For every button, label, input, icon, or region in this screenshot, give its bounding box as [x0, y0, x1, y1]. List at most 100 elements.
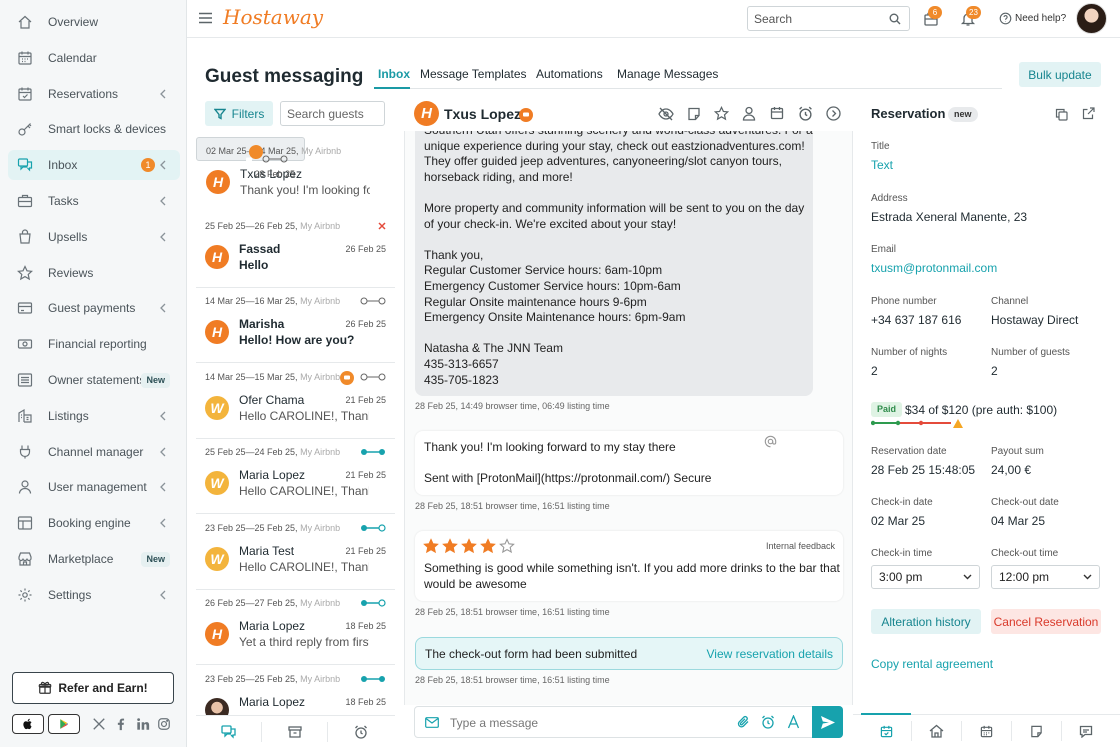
feedback-label: Internal feedback [765, 541, 835, 551]
calendar-tab-icon[interactable] [980, 725, 993, 738]
status-active-icon [361, 523, 386, 532]
conversation-item[interactable]: 26 Feb 25—27 Feb 25, My Airbnb H Maria Lop… [196, 590, 395, 665]
guest-avatar-photo [205, 697, 229, 715]
tab-inbox[interactable]: Inbox [378, 67, 410, 81]
sidebar-item-smart-locks-devices[interactable]: Smart locks & devices [8, 114, 180, 144]
bulk-update-button[interactable]: Bulk update [1019, 62, 1101, 87]
hostaway-logo[interactable]: Hostaway [223, 5, 323, 29]
send-button[interactable] [812, 706, 843, 738]
sidebar-item-user-management[interactable]: User management [8, 472, 180, 502]
eye-off-icon[interactable] [658, 107, 674, 121]
tab-manage-messages[interactable]: Manage Messages [617, 67, 718, 81]
messages-tab-icon[interactable] [1079, 725, 1093, 738]
alteration-history-button[interactable]: Alteration history [871, 609, 981, 634]
reservation-tab-icon[interactable] [880, 725, 893, 738]
sidebar-item-upsells[interactable]: Upsells [8, 222, 180, 252]
conversation-item[interactable]: 23 Feb 25—25 Feb 25, My Airbnb Maria Lope… [196, 665, 395, 715]
schedule-alarm-icon[interactable] [761, 715, 775, 729]
tab-automations[interactable]: Automations [536, 67, 603, 81]
hamburger-menu-icon[interactable] [199, 12, 212, 24]
checkin-time-value: 3:00 pm [879, 570, 923, 584]
sidebar: Overview Calendar Reservations Smart locks … [0, 0, 187, 747]
app-store-link[interactable] [12, 714, 44, 734]
sidebar-item-settings[interactable]: Settings [8, 580, 180, 610]
sidebar-item-calendar[interactable]: Calendar [8, 43, 180, 73]
message-date: 21 Feb 25 [345, 545, 386, 556]
chevron-left-icon[interactable] [158, 481, 168, 493]
archive-icon[interactable] [288, 725, 302, 739]
message-text-line: More property and community information … [424, 200, 805, 215]
help-icon[interactable] [999, 12, 1012, 25]
star-outline-icon[interactable] [714, 106, 729, 121]
sidebar-item-guest-payments[interactable]: Guest payments [8, 293, 180, 323]
conversation-item[interactable]: 14 Mar 25—15 Mar 25, My Airbnb W Ofer Cham… [196, 363, 395, 439]
title-value[interactable]: Text [871, 158, 893, 172]
email-value[interactable]: txusm@protonmail.com [871, 261, 997, 275]
refer-and-earn-button[interactable]: Refer and Earn! [12, 672, 174, 704]
conversation-item[interactable]: 25 Feb 25—24 Feb 25, My Airbnb W Maria Lop… [196, 439, 395, 514]
stay-dates-text: 26 Feb 25—27 Feb 25, [205, 598, 298, 608]
notes-tab-icon[interactable] [1030, 725, 1043, 738]
sidebar-item-inbox[interactable]: Inbox 1 [8, 150, 180, 181]
linkedin-icon[interactable] [136, 717, 150, 731]
need-help-link[interactable]: Need help? [1015, 13, 1066, 24]
sidebar-item-marketplace[interactable]: Marketplace New [8, 544, 180, 574]
listing-tab-icon[interactable] [929, 724, 944, 738]
google-play-link[interactable] [48, 714, 80, 734]
email-label: Email [871, 244, 897, 255]
conversation-item[interactable]: 23 Feb 25—25 Feb 25, My Airbnb W Maria Tes… [196, 514, 395, 590]
copy-rental-agreement-link[interactable]: Copy rental agreement [871, 657, 993, 671]
sidebar-item-tasks[interactable]: Tasks [8, 186, 180, 216]
chevron-left-icon[interactable] [158, 302, 168, 314]
instagram-icon[interactable] [157, 717, 171, 731]
message-composer[interactable]: Type a message [414, 706, 843, 738]
chevron-left-icon[interactable] [158, 88, 168, 100]
conversation-item[interactable]: 14 Mar 25—16 Mar 25, My Airbnb H Marisha 26… [196, 288, 395, 363]
global-search-input[interactable]: Search [747, 6, 910, 31]
text-format-icon[interactable] [787, 715, 800, 729]
external-link-icon[interactable] [1082, 107, 1095, 120]
calendar-outline-icon[interactable] [770, 106, 784, 120]
facebook-icon[interactable] [114, 717, 128, 731]
view-reservation-details-link[interactable]: View reservation details [706, 647, 833, 663]
sidebar-item-channel-manager[interactable]: Channel manager [8, 437, 180, 467]
conversation-item[interactable]: 02 Mar 25—04 Mar 25, My AirbnbHTxus Lope… [196, 137, 370, 197]
checkout-time-select[interactable]: 12:00 pm [991, 565, 1100, 589]
sidebar-item-booking-engine[interactable]: Booking engine [8, 508, 180, 538]
search-guests-input[interactable]: Search guests [280, 101, 385, 126]
conversation-item[interactable]: 25 Feb 25—26 Feb 25, My Airbnb H Fassad 26 … [196, 212, 395, 288]
user-outline-icon[interactable] [742, 106, 756, 121]
sidebar-item-overview[interactable]: Overview [8, 7, 180, 37]
copy-icon[interactable] [1055, 108, 1068, 121]
sidebar-item-financial-reporting[interactable]: Financial reporting [8, 329, 180, 359]
chevron-circle-right-icon[interactable] [826, 106, 841, 121]
paperclip-icon[interactable] [737, 715, 750, 729]
chevron-left-icon[interactable] [158, 517, 168, 529]
user-avatar[interactable] [1076, 3, 1107, 34]
guest-avatar: W [205, 395, 229, 420]
sidebar-item-owner-statements[interactable]: Owner statements New [8, 365, 180, 395]
chevron-left-icon[interactable] [158, 159, 168, 171]
checkin-time-select[interactable]: 3:00 pm [871, 565, 980, 589]
chevron-left-icon[interactable] [158, 410, 168, 422]
at-mention-icon[interactable] [764, 435, 777, 448]
guest-name: Maria Test [239, 543, 295, 558]
alarm-clock-icon[interactable] [354, 725, 368, 739]
tab-message-templates[interactable]: Message Templates [420, 67, 527, 81]
sidebar-item-reviews[interactable]: Reviews [8, 258, 180, 288]
channel-chat-icon [340, 370, 354, 385]
filters-button[interactable]: Filters [205, 101, 273, 126]
conversations-icon[interactable] [221, 725, 237, 739]
chevron-left-icon[interactable] [158, 195, 168, 207]
sidebar-item-listings[interactable]: Listings [8, 401, 180, 431]
note-icon[interactable] [687, 107, 701, 121]
alarm-outline-icon[interactable] [798, 106, 813, 121]
x-twitter-icon[interactable] [92, 717, 106, 731]
panel-footer-divider [961, 721, 962, 741]
email-icon[interactable] [425, 717, 439, 728]
sidebar-item-reservations[interactable]: Reservations [8, 79, 180, 109]
cancel-reservation-button[interactable]: Cancel Reservation [991, 609, 1101, 634]
chevron-left-icon[interactable] [158, 446, 168, 458]
chevron-left-icon[interactable] [158, 231, 168, 243]
chevron-left-icon[interactable] [158, 589, 168, 601]
